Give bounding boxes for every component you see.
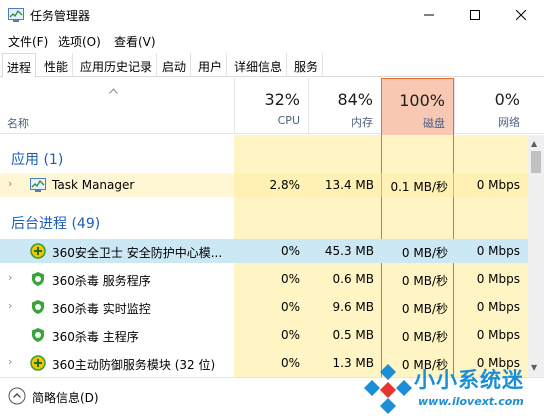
task-manager-icon [30, 178, 46, 192]
column-network[interactable]: 0% 网络 [454, 78, 528, 134]
tab-processes[interactable]: 进程 [2, 53, 37, 78]
network-value: 0 Mbps [476, 328, 520, 342]
task-manager-icon [8, 8, 24, 22]
window-title: 任务管理器 [30, 9, 91, 23]
cpu-label: CPU [277, 114, 300, 127]
column-cpu[interactable]: 32% CPU [234, 78, 308, 134]
disk-value: 0 MB/秒 [401, 246, 448, 260]
cpu-percent: 32% [264, 90, 300, 109]
title-bar: 任务管理器 [0, 0, 544, 30]
fewer-details-link[interactable]: 简略信息(D) [32, 389, 99, 406]
process-name: 360主动防御服务模块 (32 位) [52, 358, 216, 372]
collapse-chevron-icon[interactable] [8, 387, 26, 405]
table-row[interactable]: 360杀毒 主程序 0% 0.5 MB 0 MB/秒 0 Mbps [0, 323, 528, 347]
disk-value: 0.1 MB/秒 [390, 180, 448, 194]
process-name: 360安全卫士 安全防护中心模... [52, 246, 223, 260]
table-row[interactable]: › 360杀毒 服务程序 0% 0.6 MB 0 MB/秒 0 Mbps [0, 267, 528, 291]
cpu-value: 0% [280, 300, 300, 314]
tab-app-history[interactable]: 应用历史记录 [76, 53, 158, 77]
process-name: Task Manager [52, 178, 135, 192]
memory-percent: 84% [337, 90, 373, 109]
section-background-title: 后台进程 (49) [11, 216, 101, 232]
disk-label: 磁盘 [423, 117, 445, 130]
expand-chevron-icon[interactable]: › [8, 271, 12, 284]
cpu-value: 2.8% [269, 178, 301, 192]
memory-value: 9.6 MB [332, 300, 374, 314]
section-background: 后台进程 (49) [0, 205, 528, 237]
network-percent: 0% [494, 90, 520, 109]
table-row[interactable]: › 360杀毒 实时监控 0% 9.6 MB 0 MB/秒 0 Mbps [0, 295, 528, 319]
tab-users[interactable]: 用户 [194, 53, 228, 77]
360-antivirus-icon [32, 328, 44, 342]
column-memory[interactable]: 84% 内存 [308, 78, 381, 134]
scroll-up-icon[interactable]: ▲ [531, 139, 537, 148]
maximize-icon [470, 10, 480, 20]
process-list: 应用 (1) › Task Manager 2.8% 13.4 MB 0.1 M… [0, 135, 528, 377]
tab-bar: 进程 性能 应用历史记录 启动 用户 详细信息 服务 [0, 53, 544, 78]
disk-percent: 100% [399, 91, 445, 110]
menu-options[interactable]: 选项(O) [58, 33, 101, 50]
tab-details[interactable]: 详细信息 [230, 53, 288, 77]
menu-view[interactable]: 查看(V) [114, 33, 156, 50]
watermark-title: 小小系统迷 [414, 368, 524, 392]
process-name: 360杀毒 实时监控 [52, 302, 151, 316]
network-value: 0 Mbps [476, 178, 520, 192]
memory-value: 0.5 MB [332, 328, 374, 342]
tab-services[interactable]: 服务 [290, 53, 324, 77]
disk-value: 0 MB/秒 [401, 302, 448, 316]
vertical-scrollbar[interactable]: ▲ ▼ [528, 135, 544, 377]
close-button[interactable] [498, 0, 544, 30]
expand-chevron-icon[interactable]: › [8, 299, 12, 312]
sort-up-icon [109, 88, 118, 94]
360-antivirus-icon [32, 300, 44, 314]
cpu-value: 0% [280, 244, 300, 258]
360-shield-icon [30, 355, 46, 371]
cpu-value: 0% [280, 356, 300, 370]
close-icon [516, 10, 526, 20]
watermark: 小小系统迷 www.ilovext.com [360, 358, 544, 419]
section-apps-title: 应用 (1) [11, 152, 64, 168]
expand-chevron-icon[interactable]: › [8, 177, 12, 190]
scroll-thumb[interactable] [531, 151, 541, 173]
process-name: 360杀毒 主程序 [52, 330, 139, 344]
table-row[interactable]: 360安全卫士 安全防护中心模... 0% 45.3 MB 0 MB/秒 0 M… [0, 239, 528, 263]
disk-value: 0 MB/秒 [401, 330, 448, 344]
memory-value: 45.3 MB [324, 244, 374, 258]
disk-value: 0 MB/秒 [401, 274, 448, 288]
maximize-button[interactable] [452, 0, 498, 30]
cpu-value: 0% [280, 328, 300, 342]
watermark-logo-icon [364, 364, 412, 414]
minimize-button[interactable] [406, 0, 452, 30]
section-apps: 应用 (1) [0, 141, 528, 173]
network-value: 0 Mbps [476, 244, 520, 258]
watermark-url: www.ilovext.com [418, 395, 524, 408]
360-antivirus-icon [32, 272, 44, 286]
tab-startup[interactable]: 启动 [158, 53, 192, 77]
tab-performance[interactable]: 性能 [40, 53, 74, 77]
memory-value: 0.6 MB [332, 272, 374, 286]
menu-bar: 文件(F) 选项(O) 查看(V) [0, 30, 544, 50]
process-name: 360杀毒 服务程序 [52, 274, 151, 288]
menu-file[interactable]: 文件(F) [8, 33, 48, 50]
memory-value: 13.4 MB [324, 178, 374, 192]
column-disk[interactable]: 100% 磁盘 [381, 78, 454, 135]
column-name[interactable]: 名称 [7, 115, 29, 131]
360-shield-icon [30, 243, 46, 259]
network-value: 0 Mbps [476, 300, 520, 314]
table-row[interactable]: › Task Manager 2.8% 13.4 MB 0.1 MB/秒 0 M… [0, 173, 528, 197]
memory-label: 内存 [351, 116, 373, 129]
network-value: 0 Mbps [476, 272, 520, 286]
network-label: 网络 [498, 116, 520, 129]
cpu-value: 0% [280, 272, 300, 286]
minimize-icon [424, 14, 434, 16]
expand-chevron-icon[interactable]: › [8, 355, 12, 368]
column-header: 名称 32% CPU 84% 内存 100% 磁盘 0% 网络 [0, 78, 544, 135]
